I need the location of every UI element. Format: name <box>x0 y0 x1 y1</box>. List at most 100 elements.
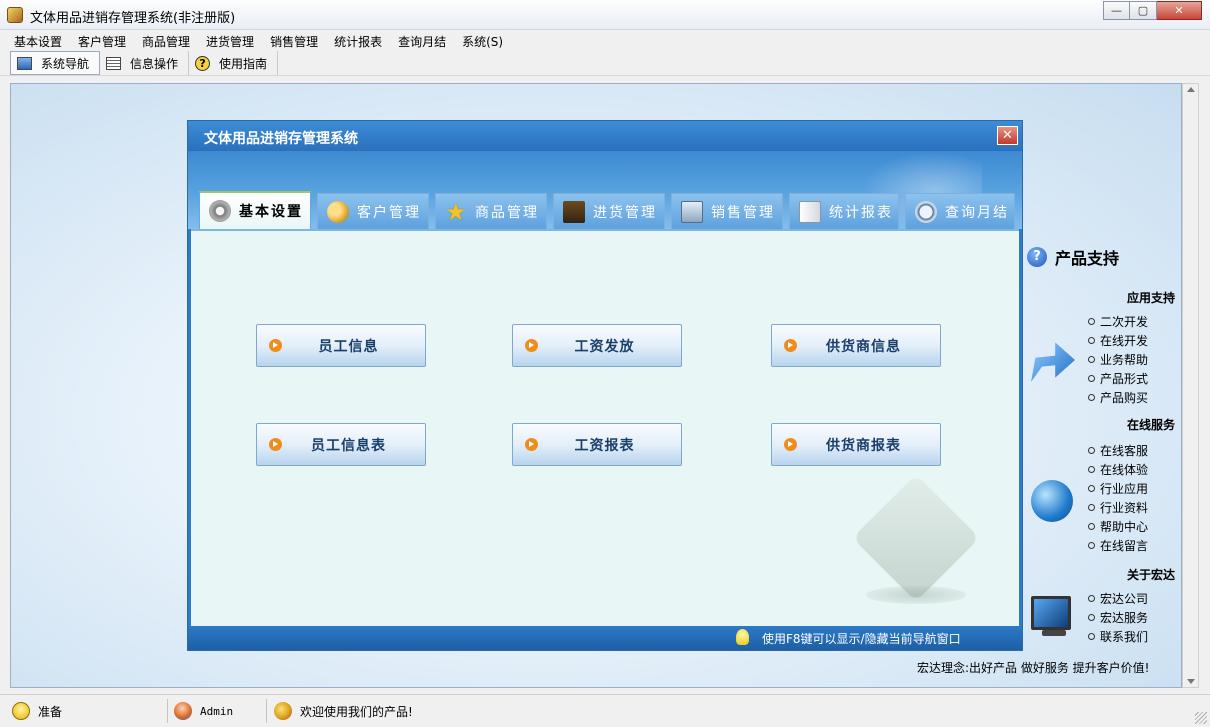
link-product-purchase[interactable]: 产品购买 <box>1088 388 1148 407</box>
vertical-scrollbar[interactable] <box>1182 83 1199 688</box>
scroll-up-icon[interactable] <box>1187 87 1195 92</box>
dialog-titlebar: 文体用品进销存管理系统 ✕ <box>188 121 1022 151</box>
link-online-development[interactable]: 在线开发 <box>1088 331 1148 350</box>
link-secondary-development[interactable]: 二次开发 <box>1088 312 1148 331</box>
book-icon <box>799 200 821 223</box>
about-hongda-links: 宏达公司 宏达服务 联系我们 <box>1088 589 1148 646</box>
bullet-icon <box>1088 447 1095 454</box>
bullet-icon <box>1088 614 1095 621</box>
tab-query-monthly[interactable]: 查询月结 <box>905 193 1015 229</box>
arrow-right-icon <box>269 339 282 352</box>
link-contact-us[interactable]: 联系我们 <box>1088 627 1148 646</box>
bullet-icon <box>1088 504 1095 511</box>
dialog-close-button[interactable]: ✕ <box>997 126 1018 145</box>
link-online-customer-service[interactable]: 在线客服 <box>1088 441 1148 460</box>
link-hongda-service[interactable]: 宏达服务 <box>1088 608 1148 627</box>
dialog-body: 员工信息 工资发放 供货商信息 员工信息表 工资报表 供货商报表 <box>191 229 1019 626</box>
status-user-panel: Admin <box>174 699 233 723</box>
user-guide-button[interactable]: ? 使用指南 <box>189 51 279 75</box>
status-user-text: Admin <box>200 704 234 718</box>
bullet-icon <box>1088 466 1095 473</box>
link-help-center[interactable]: 帮助中心 <box>1088 517 1148 536</box>
button-label: 供货商报表 <box>826 437 901 454</box>
system-navigation-button[interactable]: 系统导航 <box>10 51 101 75</box>
link-product-form[interactable]: 产品形式 <box>1088 369 1148 388</box>
statusbar: 准备 Admin 欢迎使用我们的产品! <box>0 694 1210 727</box>
lightbulb-icon <box>12 702 30 720</box>
link-label: 宏达公司 <box>1100 592 1149 606</box>
gear-icon <box>209 200 231 222</box>
arrow-right-icon <box>784 438 797 451</box>
link-business-help[interactable]: 业务帮助 <box>1088 350 1148 369</box>
link-industry-application[interactable]: 行业应用 <box>1088 479 1148 498</box>
link-online-trial[interactable]: 在线体验 <box>1088 460 1148 479</box>
arrow-right-icon <box>525 438 538 451</box>
statusbar-divider <box>167 699 168 723</box>
tab-label: 销售管理 <box>711 204 775 221</box>
link-label: 在线留言 <box>1100 539 1149 553</box>
resize-grip-icon[interactable] <box>1195 712 1207 724</box>
menu-statistics-reports[interactable]: 统计报表 <box>326 30 390 50</box>
status-ready-panel: 准备 <box>12 699 62 723</box>
salary-payment-button[interactable]: 工资发放 <box>512 324 682 367</box>
tab-label: 商品管理 <box>475 204 539 221</box>
app-support-links: 二次开发 在线开发 业务帮助 产品形式 产品购买 <box>1088 312 1148 407</box>
dialog-title: 文体用品进销存管理系统 <box>204 131 358 147</box>
tab-purchase-management[interactable]: 进货管理 <box>553 193 665 229</box>
maximize-button[interactable]: ▢ <box>1130 1 1157 20</box>
employee-info-table-button[interactable]: 员工信息表 <box>256 423 426 466</box>
information-operation-label: 信息操作 <box>130 56 179 71</box>
button-label: 员工信息表 <box>311 437 386 454</box>
minimize-button[interactable]: — <box>1103 1 1130 20</box>
menu-product-management[interactable]: 商品管理 <box>134 30 198 50</box>
salary-report-button[interactable]: 工资报表 <box>512 423 682 466</box>
computer-monitor-icon <box>1031 596 1071 630</box>
menu-sales-management[interactable]: 销售管理 <box>262 30 326 50</box>
link-online-message[interactable]: 在线留言 <box>1088 536 1148 555</box>
menu-basic-settings[interactable]: 基本设置 <box>6 30 70 50</box>
supplier-report-button[interactable]: 供货商报表 <box>771 423 941 466</box>
menu-customer-management[interactable]: 客户管理 <box>70 30 134 50</box>
status-welcome-text: 欢迎使用我们的产品! <box>300 704 413 719</box>
employee-info-button[interactable]: 员工信息 <box>256 324 426 367</box>
online-service-links: 在线客服 在线体验 行业应用 行业资料 帮助中心 在线留言 <box>1088 441 1148 555</box>
menu-purchase-management[interactable]: 进货管理 <box>198 30 262 50</box>
tab-customer-management[interactable]: 客户管理 <box>317 193 429 229</box>
bullet-icon <box>1088 542 1095 549</box>
tab-label: 基本设置 <box>239 204 303 220</box>
search-icon <box>915 200 937 223</box>
menu-query-monthly[interactable]: 查询月结 <box>390 30 454 50</box>
button-label: 工资报表 <box>574 437 635 454</box>
tools-watermark-icon <box>852 474 980 602</box>
supplier-info-button[interactable]: 供货商信息 <box>771 324 941 367</box>
about-hongda-title: 关于宏达 <box>1126 568 1175 582</box>
button-label: 供货商信息 <box>826 338 901 355</box>
tab-sales-management[interactable]: 销售管理 <box>671 193 783 229</box>
toolbar: 系统导航 信息操作 ? 使用指南 <box>0 50 1210 76</box>
scroll-down-icon[interactable] <box>1187 679 1195 684</box>
f8-hint-text: 使用F8键可以显示/隐藏当前导航窗口 <box>762 632 961 646</box>
link-label: 产品形式 <box>1100 372 1149 386</box>
menu-system[interactable]: 系统(S) <box>454 30 511 50</box>
link-label: 产品购买 <box>1100 391 1149 405</box>
information-operation-button[interactable]: 信息操作 <box>100 51 190 75</box>
bullet-icon <box>1088 318 1095 325</box>
app-icon <box>7 7 23 23</box>
screen-icon <box>681 200 703 223</box>
bullet-icon <box>1088 375 1095 382</box>
people-icon <box>274 702 292 720</box>
bullet-icon <box>1088 523 1095 530</box>
link-hongda-company[interactable]: 宏达公司 <box>1088 589 1148 608</box>
link-industry-materials[interactable]: 行业资料 <box>1088 498 1148 517</box>
star-icon <box>445 198 469 226</box>
product-support-title: 产品支持 <box>1055 249 1120 268</box>
tab-statistics-reports[interactable]: 统计报表 <box>789 193 899 229</box>
tab-product-management[interactable]: 商品管理 <box>435 193 547 229</box>
bullet-icon <box>1088 337 1095 344</box>
monitor-stand-icon <box>1042 630 1066 636</box>
close-button[interactable]: ✕ <box>1157 1 1202 20</box>
company-philosophy: 宏达理念:出好产品 做好服务 提升客户价值! <box>917 661 1150 675</box>
tab-basic-settings[interactable]: 基本设置 <box>199 191 311 229</box>
product-support-header: ? 产品支持 <box>1027 245 1119 269</box>
bullet-icon <box>1088 394 1095 401</box>
